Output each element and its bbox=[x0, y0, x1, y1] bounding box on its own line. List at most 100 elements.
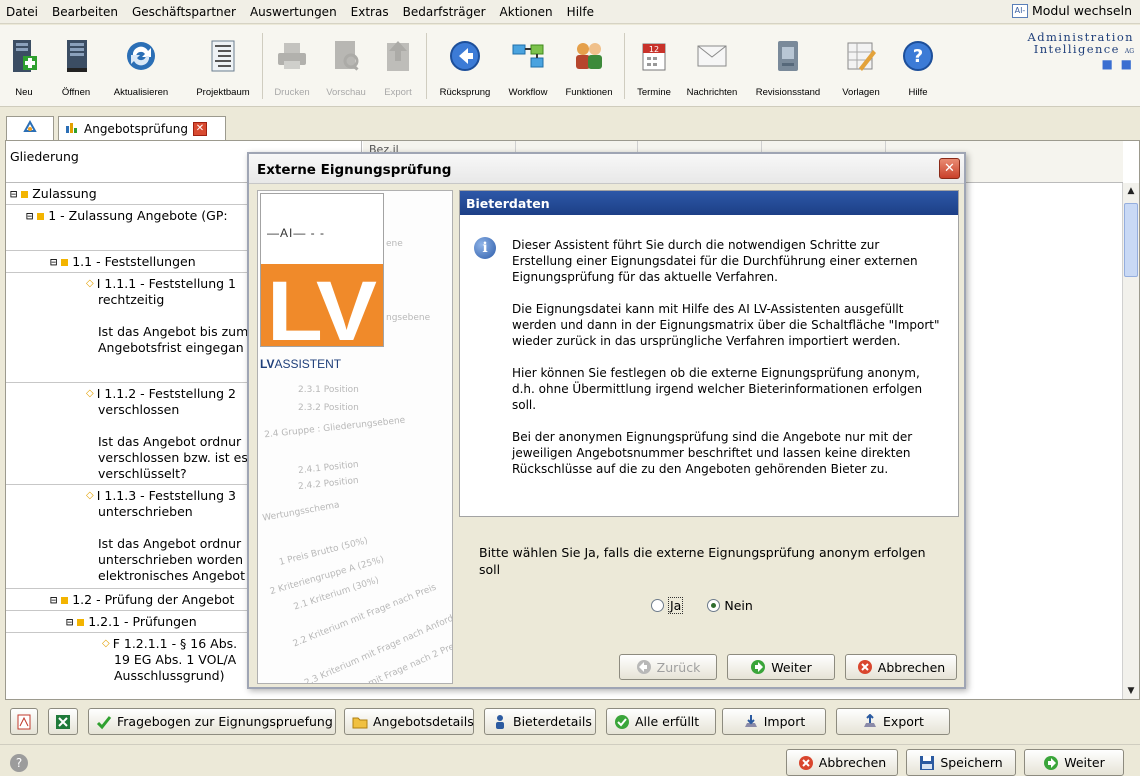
dialog-abbrechen-button[interactable]: Abbrechen bbox=[845, 654, 957, 680]
radio-nein-circle[interactable] bbox=[707, 599, 721, 612]
menu-bearbeiten[interactable]: Bearbeiten bbox=[45, 5, 125, 19]
toolbar-ruecksprung-button[interactable]: Rücksprung bbox=[434, 27, 496, 105]
alle-erfuellt-label: Alle erfüllt bbox=[635, 714, 700, 729]
menu-extras[interactable]: Extras bbox=[344, 5, 396, 19]
menu-aktionen[interactable]: Aktionen bbox=[493, 5, 560, 19]
excel-button[interactable] bbox=[48, 708, 78, 735]
abbrechen-button[interactable]: Abbrechen bbox=[786, 749, 898, 776]
calendar-icon: 12 bbox=[637, 37, 671, 75]
menu-bedarfstraeger[interactable]: Bedarfsträger bbox=[396, 5, 493, 19]
radio-ja[interactable]: Ja bbox=[651, 597, 684, 614]
toolbar-workflow-label: Workflow bbox=[508, 87, 548, 98]
logo-top: —AI— - - bbox=[261, 194, 383, 264]
tab-row: Angebotsprüfung ✕ bbox=[0, 116, 1140, 140]
ghost-text: Wertungsschema bbox=[261, 500, 341, 524]
toolbar-projektbaum-button[interactable]: Projektbaum bbox=[190, 27, 256, 105]
import-button[interactable]: Import bbox=[722, 708, 826, 735]
radio-nein[interactable]: Nein bbox=[707, 597, 753, 614]
tab-angebotspruefung[interactable]: Angebotsprüfung ✕ bbox=[58, 116, 226, 140]
save-icon bbox=[919, 755, 935, 771]
collapse-toggle-icon[interactable]: ⊟ bbox=[66, 614, 73, 630]
radio-nein-label: Nein bbox=[724, 598, 753, 613]
toolbar-neu-button[interactable]: Neu bbox=[6, 27, 42, 105]
toolbar-drucken-button[interactable]: Drucken bbox=[270, 27, 314, 105]
scroll-up-icon[interactable]: ▲ bbox=[1123, 183, 1139, 199]
workflow-icon bbox=[511, 37, 545, 75]
radio-ja-label: Ja bbox=[668, 597, 684, 614]
bottom-toolbar: Fragebogen zur Eignungspruefung Angebots… bbox=[0, 704, 1140, 740]
ghost-text: 2.3.2 Position bbox=[298, 403, 359, 413]
vertical-scrollbar[interactable]: ▲ ▼ bbox=[1122, 183, 1139, 699]
collapse-toggle-icon[interactable]: ⊟ bbox=[50, 592, 57, 608]
ghost-text: ene bbox=[386, 239, 403, 249]
tree-row-label: I 1.1.3 - Feststellung 3 bbox=[96, 488, 236, 503]
toolbar-hilfe-button[interactable]: ? Hilfe bbox=[898, 27, 938, 105]
toolbar-separator bbox=[262, 33, 263, 99]
toolbar-funktionen-label: Funktionen bbox=[565, 87, 613, 98]
collapse-toggle-icon[interactable]: ⊟ bbox=[10, 186, 17, 202]
menu-geschaeftspartner[interactable]: Geschäftspartner bbox=[125, 5, 243, 19]
tree-row-label: I 1.1.1 - Feststellung 1 bbox=[96, 276, 236, 291]
ghost-text: ngsebene bbox=[386, 313, 431, 323]
radio-ja-circle[interactable] bbox=[651, 599, 664, 612]
folder-square-icon bbox=[21, 191, 29, 198]
pdf-button[interactable] bbox=[10, 708, 38, 735]
toolbar-separator bbox=[624, 33, 625, 99]
toolbar-funktionen-button[interactable]: Funktionen bbox=[560, 27, 618, 105]
toolbar-drucken-label: Drucken bbox=[274, 87, 310, 98]
dialog-close-icon[interactable]: ✕ bbox=[939, 158, 960, 179]
tree-row-desc: Ausschlussgrund) bbox=[114, 668, 225, 683]
angebotsdetails-button[interactable]: Angebotsdetails bbox=[344, 708, 474, 735]
menu-hilfe[interactable]: Hilfe bbox=[560, 5, 601, 19]
toolbar-vorlagen-button[interactable]: Vorlagen bbox=[836, 27, 886, 105]
menu-auswertungen[interactable]: Auswertungen bbox=[243, 5, 344, 19]
module-icon: AI- bbox=[1011, 3, 1028, 18]
modul-wechseln-button[interactable]: AI- Modul wechseln bbox=[1011, 3, 1132, 18]
weiter-button[interactable]: Weiter bbox=[1024, 749, 1124, 776]
toolbar-export-button[interactable]: Export bbox=[376, 27, 420, 105]
collapse-toggle-icon[interactable]: ⊟ bbox=[26, 208, 33, 224]
toolbar-vorschau-button[interactable]: Vorschau bbox=[324, 27, 368, 105]
speichern-button[interactable]: Speichern bbox=[906, 749, 1016, 776]
dialog-weiter-button[interactable]: Weiter bbox=[727, 654, 835, 680]
modul-wechseln-label: Modul wechseln bbox=[1031, 3, 1132, 18]
toolbar-termine-button[interactable]: 12 Termine bbox=[630, 27, 678, 105]
fragebogen-label: Fragebogen zur Eignungspruefung bbox=[117, 714, 333, 729]
toolbar-ruecksprung-label: Rücksprung bbox=[439, 87, 491, 98]
scroll-thumb[interactable] bbox=[1124, 203, 1138, 277]
tab-start[interactable] bbox=[6, 116, 54, 140]
brand-line2: Intelligence bbox=[1033, 42, 1120, 56]
toolbar-revisionsstand-button[interactable]: Revisionsstand bbox=[750, 27, 826, 105]
tree-row-label: 1.2.1 - Prüfungen bbox=[88, 614, 197, 629]
toolbar-termine-label: Termine bbox=[637, 87, 671, 98]
export-button[interactable]: Export bbox=[836, 708, 950, 735]
toolbar-nachrichten-button[interactable]: Nachrichten bbox=[682, 27, 742, 105]
lv-assistent-sidebar: —AI— - - LV LVASSISTENT ene ngsebene 2.3… bbox=[257, 190, 453, 684]
toolbar-aktualisieren-button[interactable]: Aktualisieren bbox=[106, 27, 176, 105]
fragebogen-button[interactable]: Fragebogen zur Eignungspruefung bbox=[88, 708, 336, 735]
tree-row-desc: verschlossen bzw. ist es bbox=[98, 450, 248, 465]
alle-erfuellt-button[interactable]: Alle erfüllt bbox=[606, 708, 716, 735]
tree-row-desc: Ist das Angebot ordnur bbox=[98, 536, 242, 551]
info-icon: i bbox=[474, 237, 496, 259]
logo-ai-text: —AI— - - bbox=[267, 226, 326, 240]
tab-close-icon[interactable]: ✕ bbox=[192, 121, 207, 136]
tree-row-desc: unterschrieben worden bbox=[98, 552, 244, 567]
dialog-zurueck-button[interactable]: Zurück bbox=[619, 654, 717, 680]
toolbar-oeffnen-button[interactable]: Öffnen bbox=[58, 27, 94, 105]
toolbar-workflow-button[interactable]: Workflow bbox=[502, 27, 554, 105]
diamond-icon: ◇ bbox=[102, 638, 110, 649]
menu-datei[interactable]: Datei bbox=[0, 5, 45, 19]
diamond-icon: ◇ bbox=[86, 388, 94, 399]
toolbar-vorschau-label: Vorschau bbox=[326, 87, 366, 98]
collapse-toggle-icon[interactable]: ⊟ bbox=[50, 254, 57, 270]
back-arrow-icon bbox=[636, 659, 652, 675]
info-text: Dieser Assistent führt Sie durch die not… bbox=[512, 237, 942, 493]
bieterdetails-button[interactable]: Bieterdetails bbox=[484, 708, 596, 735]
diamond-icon: ◇ bbox=[86, 490, 94, 501]
help-circle-icon[interactable]: ? bbox=[10, 754, 28, 772]
logo-subtitle: LVASSISTENT bbox=[260, 357, 342, 371]
cancel-icon bbox=[857, 659, 873, 675]
scroll-down-icon[interactable]: ▼ bbox=[1123, 683, 1139, 699]
lv-assistent-logo: —AI— - - LV bbox=[260, 193, 384, 358]
